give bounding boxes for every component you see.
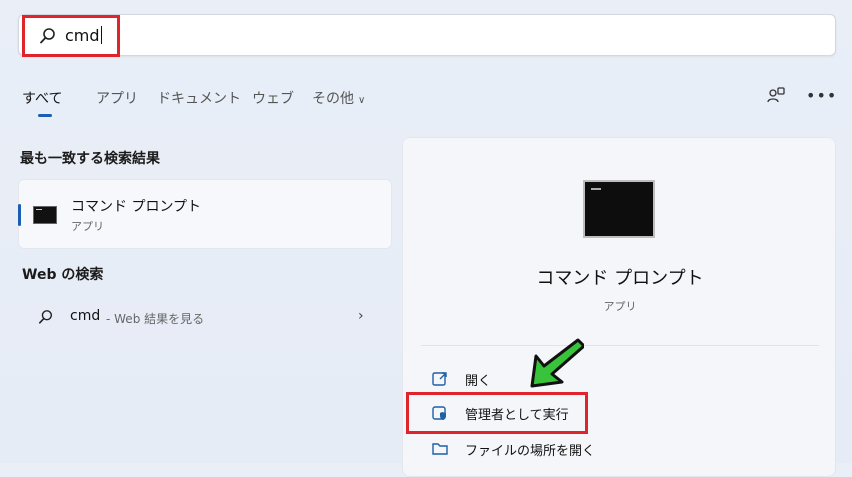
action-open-file-location-label: ファイルの場所を開く (465, 444, 596, 459)
chevron-down-icon: ∨ (358, 95, 366, 106)
open-external-icon (432, 372, 447, 386)
best-match-subtitle: アプリ (71, 220, 104, 233)
command-prompt-large-icon (583, 180, 655, 238)
active-tab-indicator (38, 114, 52, 117)
tab-documents[interactable]: ドキュメント (157, 88, 241, 108)
web-search-result[interactable]: cmd - Web 結果を見る › (18, 300, 392, 334)
web-query: cmd (70, 308, 101, 324)
search-highlight-box (22, 15, 120, 57)
account-switch-icon[interactable] (766, 86, 786, 106)
folder-icon (432, 443, 448, 455)
tab-web[interactable]: ウェブ (252, 88, 294, 108)
tab-more[interactable]: その他 ∨ (312, 88, 365, 108)
preview-title: コマンド プロンプト (536, 268, 704, 289)
tab-apps[interactable]: アプリ (96, 88, 138, 108)
preview-subtitle: アプリ (603, 300, 637, 313)
web-result-hint: - Web 結果を見る (106, 312, 205, 326)
more-options-icon[interactable]: ••• (806, 86, 837, 105)
chevron-right-icon: › (358, 308, 364, 324)
command-prompt-icon (33, 206, 57, 224)
selection-indicator (18, 204, 21, 226)
pointer-arrow-icon (530, 338, 584, 388)
web-search-heading: Web の検索 (22, 267, 104, 283)
best-match-item[interactable]: コマンド プロンプト アプリ (18, 179, 392, 249)
search-icon (38, 310, 53, 324)
best-match-title: コマンド プロンプト (71, 199, 202, 215)
best-match-heading: 最も一致する検索結果 (20, 151, 160, 167)
search-bar[interactable]: cmd (18, 14, 836, 57)
action-open-label: 開く (465, 374, 492, 389)
tab-all[interactable]: すべて (22, 88, 62, 108)
admin-highlight-box (406, 392, 588, 434)
divider (421, 345, 819, 346)
